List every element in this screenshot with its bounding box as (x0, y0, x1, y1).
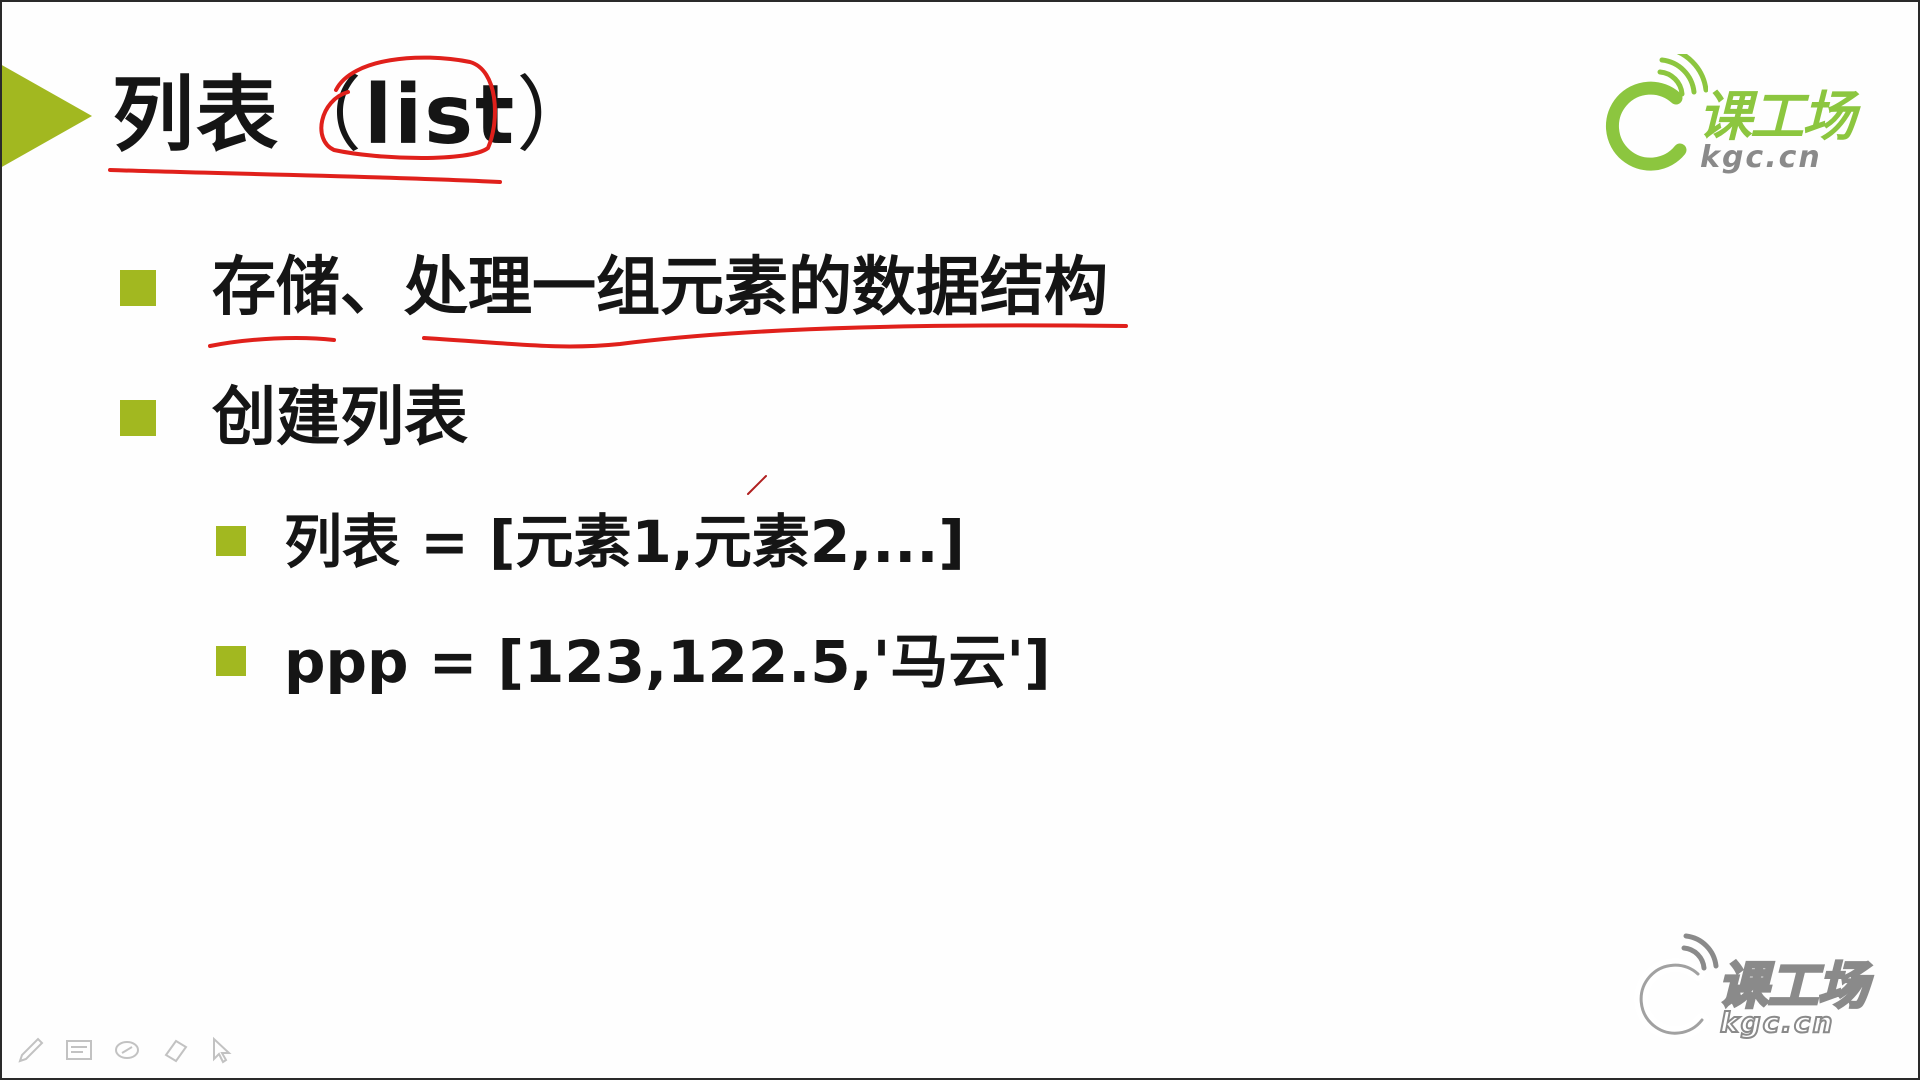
eraser-icon[interactable] (158, 1033, 192, 1067)
bullet-item-1: 存储、处理一组元素的数据结构 (120, 248, 1108, 328)
title-keyword: list (364, 68, 517, 163)
logo-signal-icon (1606, 54, 1708, 171)
sub-bullet-text: ppp = [123,122.5,'马云'] (284, 628, 1051, 696)
watermark-domain: kgc.cn (1719, 1005, 1835, 1040)
title-open-paren: （ (280, 68, 365, 163)
bullet-text: 存储、处理一组元素的数据结构 (212, 251, 1108, 325)
title-arrow-icon (0, 64, 92, 168)
logo-domain: kgc.cn (1700, 140, 1822, 175)
sub-bullet-text: 列表 = [元素1,元素2,...] (284, 508, 965, 576)
title-close-paren: ） (516, 68, 601, 163)
annotation-underline-structure (422, 323, 1128, 349)
slide-title: 列表（list） (112, 66, 600, 166)
sub-bullet-item-1: 列表 = [元素1,元素2,...] (216, 504, 965, 580)
sub-bullet-item-2: ppp = [123,122.5,'马云'] (216, 624, 1051, 700)
bullet-square-icon (120, 400, 156, 436)
pen-cursor-icon (747, 475, 767, 495)
annotation-underline-storage (208, 336, 336, 348)
watermark-signal-icon (1634, 933, 1719, 1040)
bullet-item-2: 创建列表 (120, 378, 468, 458)
kgc-watermark: 课工场 kgc.cn (1628, 930, 1878, 1050)
bullet-square-icon (216, 526, 246, 556)
pointer-icon[interactable] (206, 1033, 240, 1067)
presentation-slide: 列表（list） 课工场 kgc.cn 存储、处理一组元素的数据结构 创建列表 … (0, 0, 1920, 1080)
pen-icon[interactable] (14, 1033, 48, 1067)
slides-icon[interactable] (62, 1033, 96, 1067)
bullet-text: 创建列表 (212, 381, 468, 455)
kgc-logo: 课工场 kgc.cn (1598, 54, 1878, 184)
bullet-square-icon (120, 270, 156, 306)
title-main: 列表 (112, 68, 281, 163)
slideshow-toolbar (14, 1030, 240, 1070)
highlighter-icon[interactable] (110, 1033, 144, 1067)
annotation-title-underline (108, 168, 502, 184)
bullet-square-icon (216, 646, 246, 676)
